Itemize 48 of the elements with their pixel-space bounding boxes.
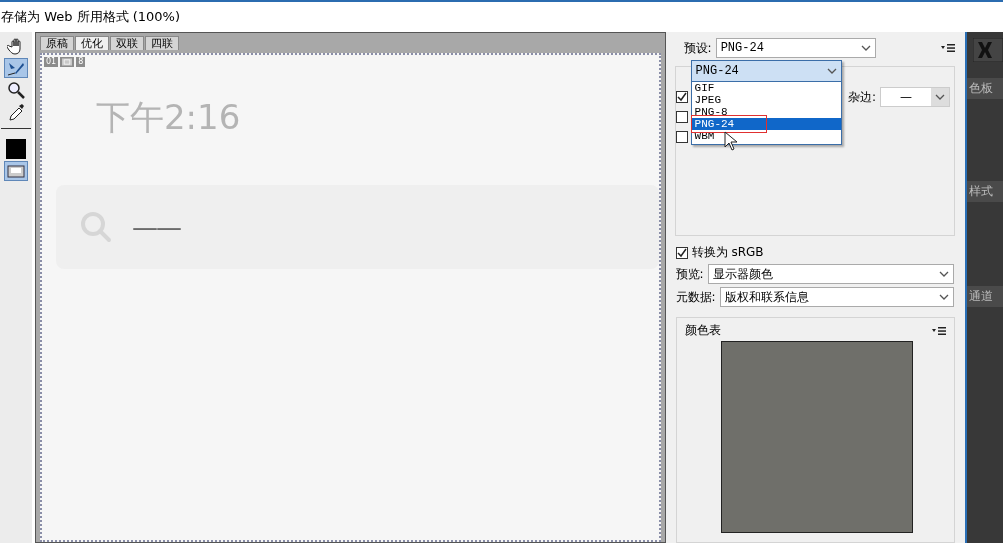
format-option[interactable]: GIF [691, 82, 841, 94]
panel-tab[interactable]: 通道 [967, 286, 1003, 307]
matte-label: 杂边: [847, 88, 876, 106]
slices-toggle-button[interactable] [3, 161, 28, 181]
zoom-icon [6, 81, 25, 99]
preview-label: 预览: [675, 265, 704, 283]
srgb-label: 转换为 sRGB [691, 244, 764, 261]
view-tab[interactable]: 双联 [109, 36, 144, 50]
metadata-label: 元数据: [675, 288, 716, 306]
color-table-title: 颜色表 [684, 322, 721, 339]
checkbox[interactable] [675, 111, 688, 123]
caret-icon [860, 45, 871, 51]
preset-dropdown[interactable]: PNG-24 [715, 38, 876, 58]
panel-tab[interactable]: 色板 [967, 78, 1003, 99]
view-tab[interactable]: 优化 [74, 36, 109, 50]
format-option[interactable]: JPEG [691, 94, 841, 106]
image-icon [60, 57, 75, 67]
caret-icon [935, 94, 945, 100]
panel-menu-icon[interactable] [941, 43, 955, 53]
search-text: —— [131, 212, 180, 242]
slice-number: 01 [43, 57, 59, 67]
panel-menu-icon[interactable] [932, 325, 946, 336]
foreground-color-swatch[interactable] [5, 139, 26, 159]
matte-dropdown[interactable]: — [880, 87, 950, 107]
caret-icon [826, 68, 837, 74]
checkbox[interactable] [675, 131, 688, 143]
caret-icon [938, 294, 949, 300]
clock-text: 下午2:16 [95, 96, 242, 139]
metadata-dropdown[interactable]: 版权和联系信息 [719, 287, 954, 307]
view-tab[interactable]: 原稿 [39, 36, 74, 50]
search-icon [79, 211, 112, 243]
format-option[interactable]: PNG-8 [691, 106, 841, 118]
slice-select-tool[interactable] [3, 58, 28, 78]
checkbox[interactable] [675, 91, 688, 103]
checkmark-icon [676, 92, 687, 102]
preset-label: 预设: [683, 39, 712, 57]
checkbox[interactable] [675, 246, 688, 259]
format-dropdown[interactable]: PNG-24 [691, 61, 841, 82]
preview-dropdown[interactable]: 显示器颜色 [707, 264, 954, 284]
checkmark-icon [676, 247, 687, 258]
slice-count: 8 [76, 57, 86, 67]
view-tab[interactable]: 四联 [144, 36, 179, 50]
panel-tab[interactable]: 样式 [967, 181, 1003, 202]
caret-icon [938, 271, 949, 277]
window-title: 存储为 Web 所用格式 (100%) [0, 8, 181, 26]
slices-icon [6, 162, 25, 180]
format-option[interactable]: PNG-24 [691, 118, 841, 130]
eyedropper-icon [6, 103, 25, 121]
